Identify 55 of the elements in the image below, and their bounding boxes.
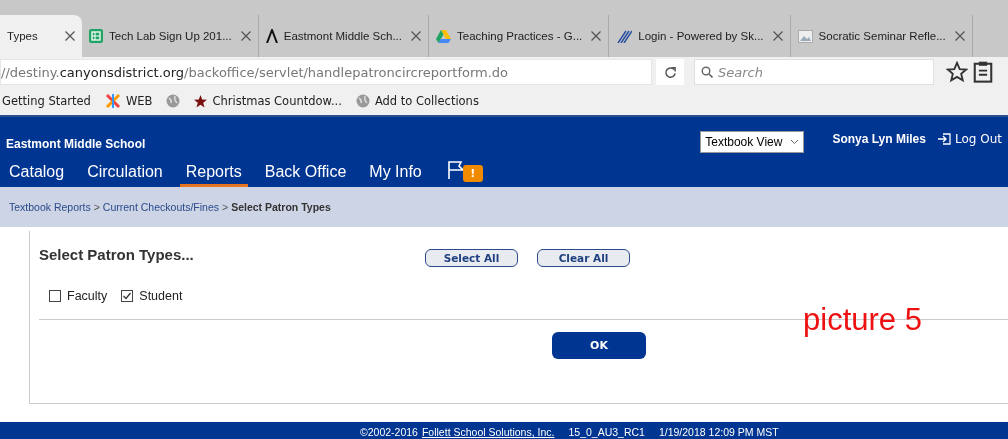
nav-tab[interactable]: Back Office (258, 161, 353, 187)
clipboard-icon[interactable] (972, 61, 994, 83)
bookmark[interactable]: WEB (104, 93, 153, 109)
ok-button[interactable]: OK (552, 332, 646, 359)
triangle-icon (436, 29, 451, 43)
search-field[interactable]: Search (694, 59, 934, 85)
nav-tab[interactable]: Catalog (3, 161, 71, 187)
globe-icon (166, 94, 181, 108)
select-button[interactable]: Select All (425, 249, 518, 267)
user-name: Sonya Lyn Miles (832, 132, 926, 146)
chevron-icon (790, 139, 800, 145)
breadcrumb-link[interactable]: Current Checkouts/Fines (102, 201, 219, 213)
close-icon[interactable] (240, 31, 251, 41)
url-field[interactable]: //destiny.canyonsdistrict.org/backoffice/servlet/handlepatroncircreportform.do (0, 59, 652, 85)
image-icon (797, 29, 813, 43)
search-icon (701, 66, 713, 78)
browser-tab[interactable]: Types (0, 15, 82, 57)
nav-tab[interactable]: Circulation (81, 161, 169, 187)
annotation-text: picture 5 (803, 302, 922, 338)
logout-icon (938, 133, 951, 145)
nav-tab[interactable]: My Info (363, 161, 428, 187)
stripes-icon (616, 29, 633, 43)
close-icon[interactable] (954, 31, 965, 41)
bookmark[interactable]: Christmas Countdow... (194, 94, 342, 108)
checkbox[interactable] (121, 290, 134, 302)
timestamp-text: 1/19/2018 12:09 PM MST (658, 426, 779, 438)
close-icon[interactable] (65, 31, 75, 41)
select-button[interactable]: Clear All (537, 249, 630, 267)
copyright-text: ©2002-2016 (360, 426, 418, 438)
breadcrumb-separator: > (222, 201, 229, 213)
school-name: Eastmont Middle School (6, 136, 146, 151)
bookmark[interactable]: Add to Collections (355, 94, 479, 108)
lambda-icon (265, 29, 278, 43)
cross-icon (104, 93, 121, 109)
version-text: 15_0_AU3_RC1 (568, 426, 645, 438)
checkbox-label: Student (139, 289, 183, 303)
view-select[interactable]: Textbook View (700, 131, 805, 153)
close-icon[interactable] (772, 31, 783, 41)
company-link[interactable]: Follett School Solutions, Inc. (421, 426, 555, 438)
close-icon[interactable] (411, 31, 421, 41)
checkbox-label: Faculty (67, 289, 108, 303)
globe-icon (355, 94, 370, 108)
breadcrumb-current: Select Patron Types (231, 201, 331, 213)
spreadsheet-icon (89, 29, 103, 43)
checkbox[interactable] (49, 290, 61, 302)
breadcrumb-separator: > (93, 201, 100, 213)
bookmark[interactable]: Getting Started (2, 94, 91, 108)
breadcrumb-link[interactable]: Textbook Reports (9, 201, 91, 213)
panel-title: Select Patron Types... (39, 245, 195, 263)
star-outline-icon[interactable] (946, 61, 968, 83)
flag-icon[interactable] (446, 161, 465, 179)
logout-link[interactable]: Log Out (938, 132, 1002, 146)
close-icon[interactable] (591, 31, 602, 41)
star-icon (194, 94, 208, 108)
reload-icon[interactable] (663, 65, 677, 79)
